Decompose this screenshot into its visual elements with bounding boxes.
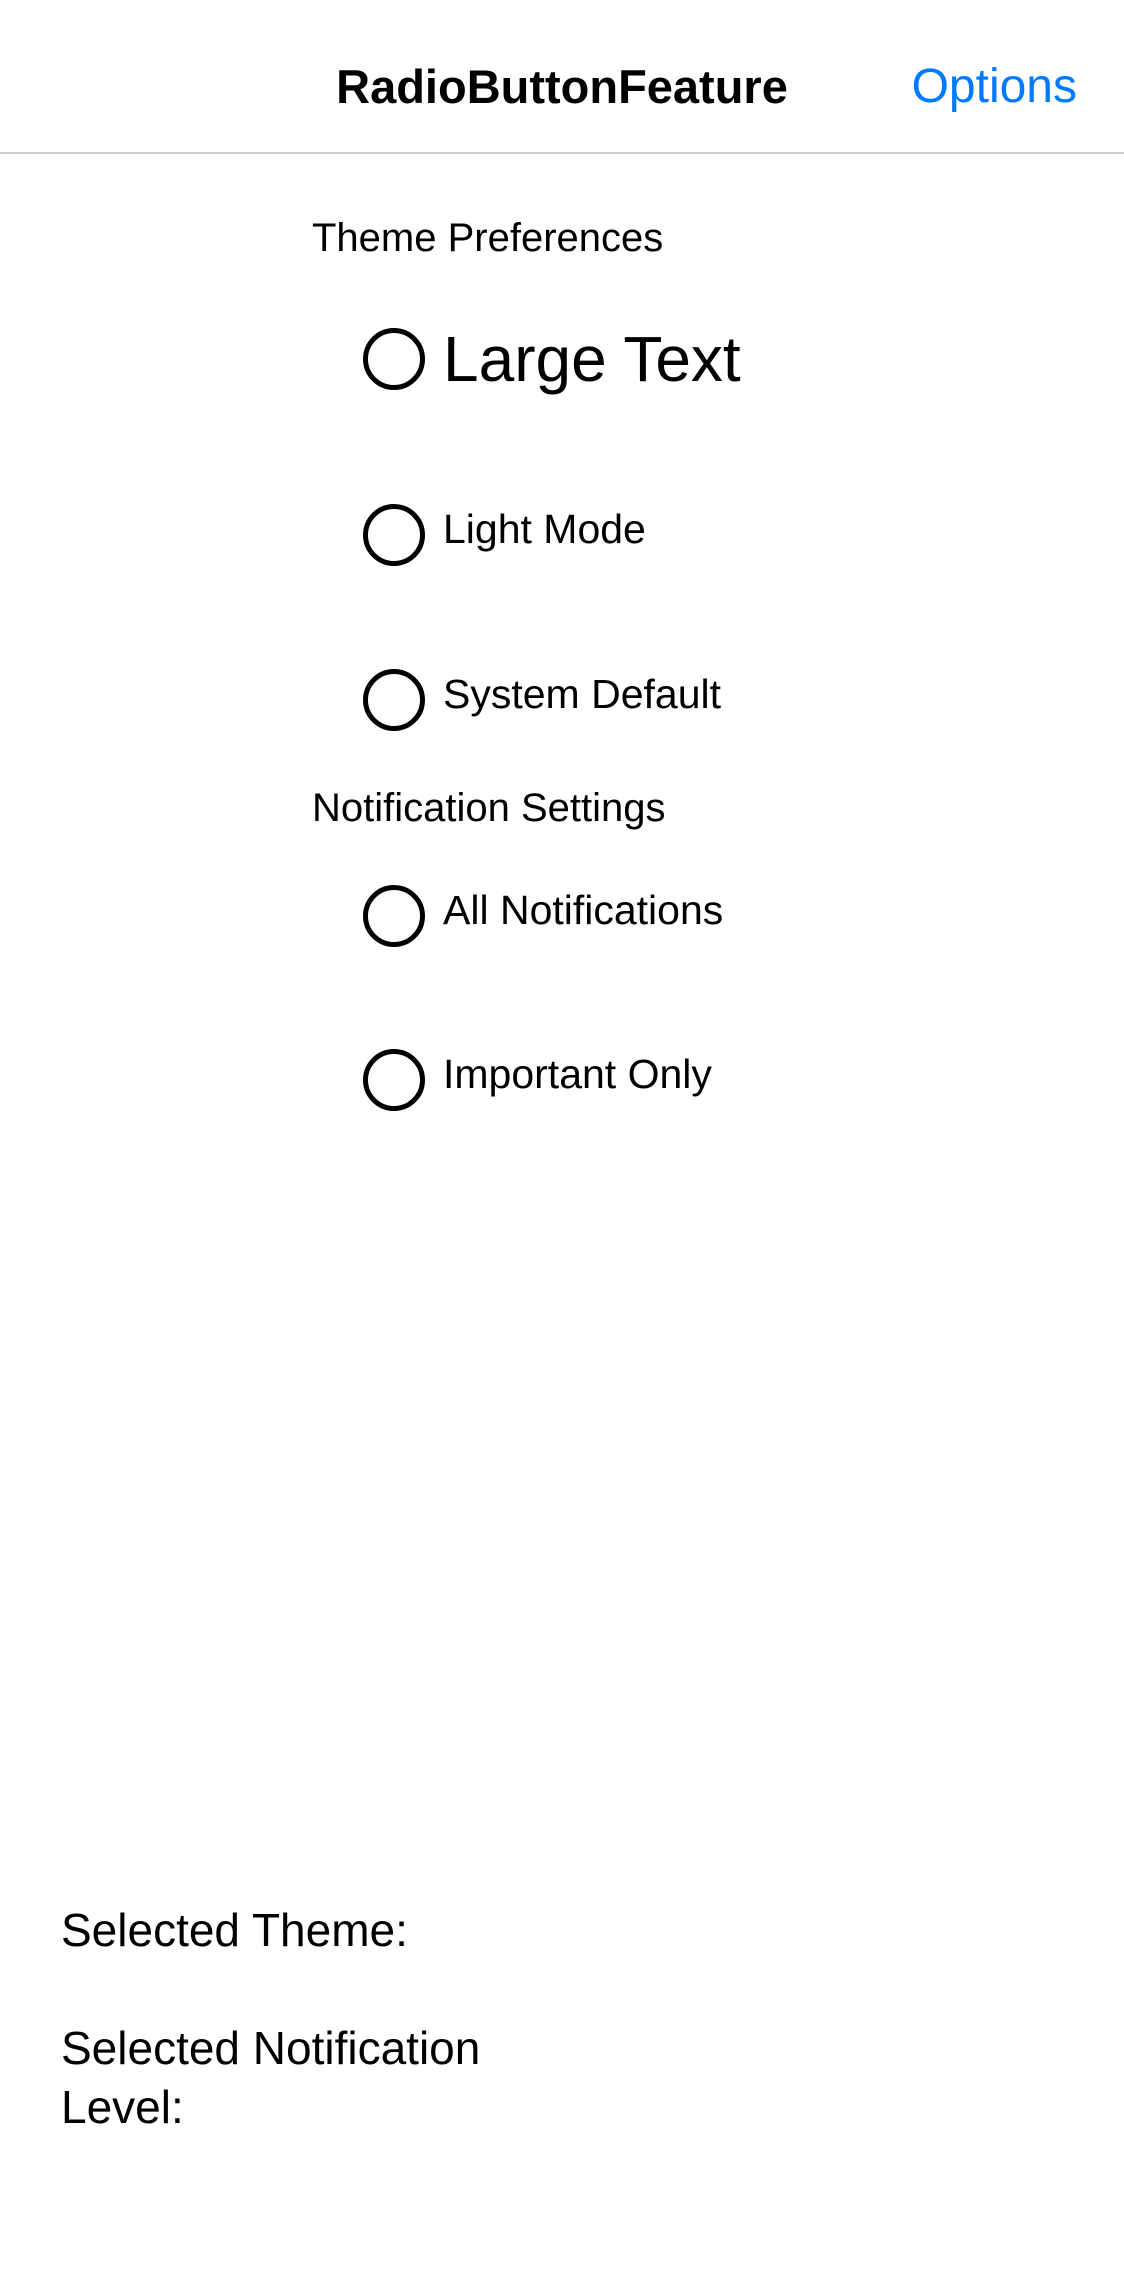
radio-label: Light Mode	[443, 506, 646, 552]
radio-important-only[interactable]: Important Only	[363, 1049, 712, 1111]
radio-label: Large Text	[443, 323, 741, 395]
selected-theme-text: Selected Theme:	[61, 1904, 408, 1956]
nav-divider	[0, 152, 1124, 154]
radio-circle-icon	[363, 669, 425, 731]
radio-circle-icon	[363, 328, 425, 390]
radio-label: System Default	[443, 671, 721, 717]
radio-large-text[interactable]: Large Text	[363, 322, 741, 396]
radio-light-mode[interactable]: Light Mode	[363, 504, 646, 566]
radio-circle-icon	[363, 1049, 425, 1111]
radio-circle-icon	[363, 504, 425, 566]
radio-label: Important Only	[443, 1051, 712, 1097]
section-title-notifications: Notification Settings	[312, 786, 666, 830]
radio-label: All Notifications	[443, 887, 724, 933]
radio-circle-icon	[363, 885, 425, 947]
radio-system-default[interactable]: System Default	[363, 669, 721, 731]
options-button[interactable]: Options	[912, 58, 1077, 116]
selected-notification-text: Selected Notification Level:	[61, 2022, 481, 2133]
section-title-theme: Theme Preferences	[312, 216, 664, 260]
radio-all-notifications[interactable]: All Notifications	[363, 885, 723, 947]
